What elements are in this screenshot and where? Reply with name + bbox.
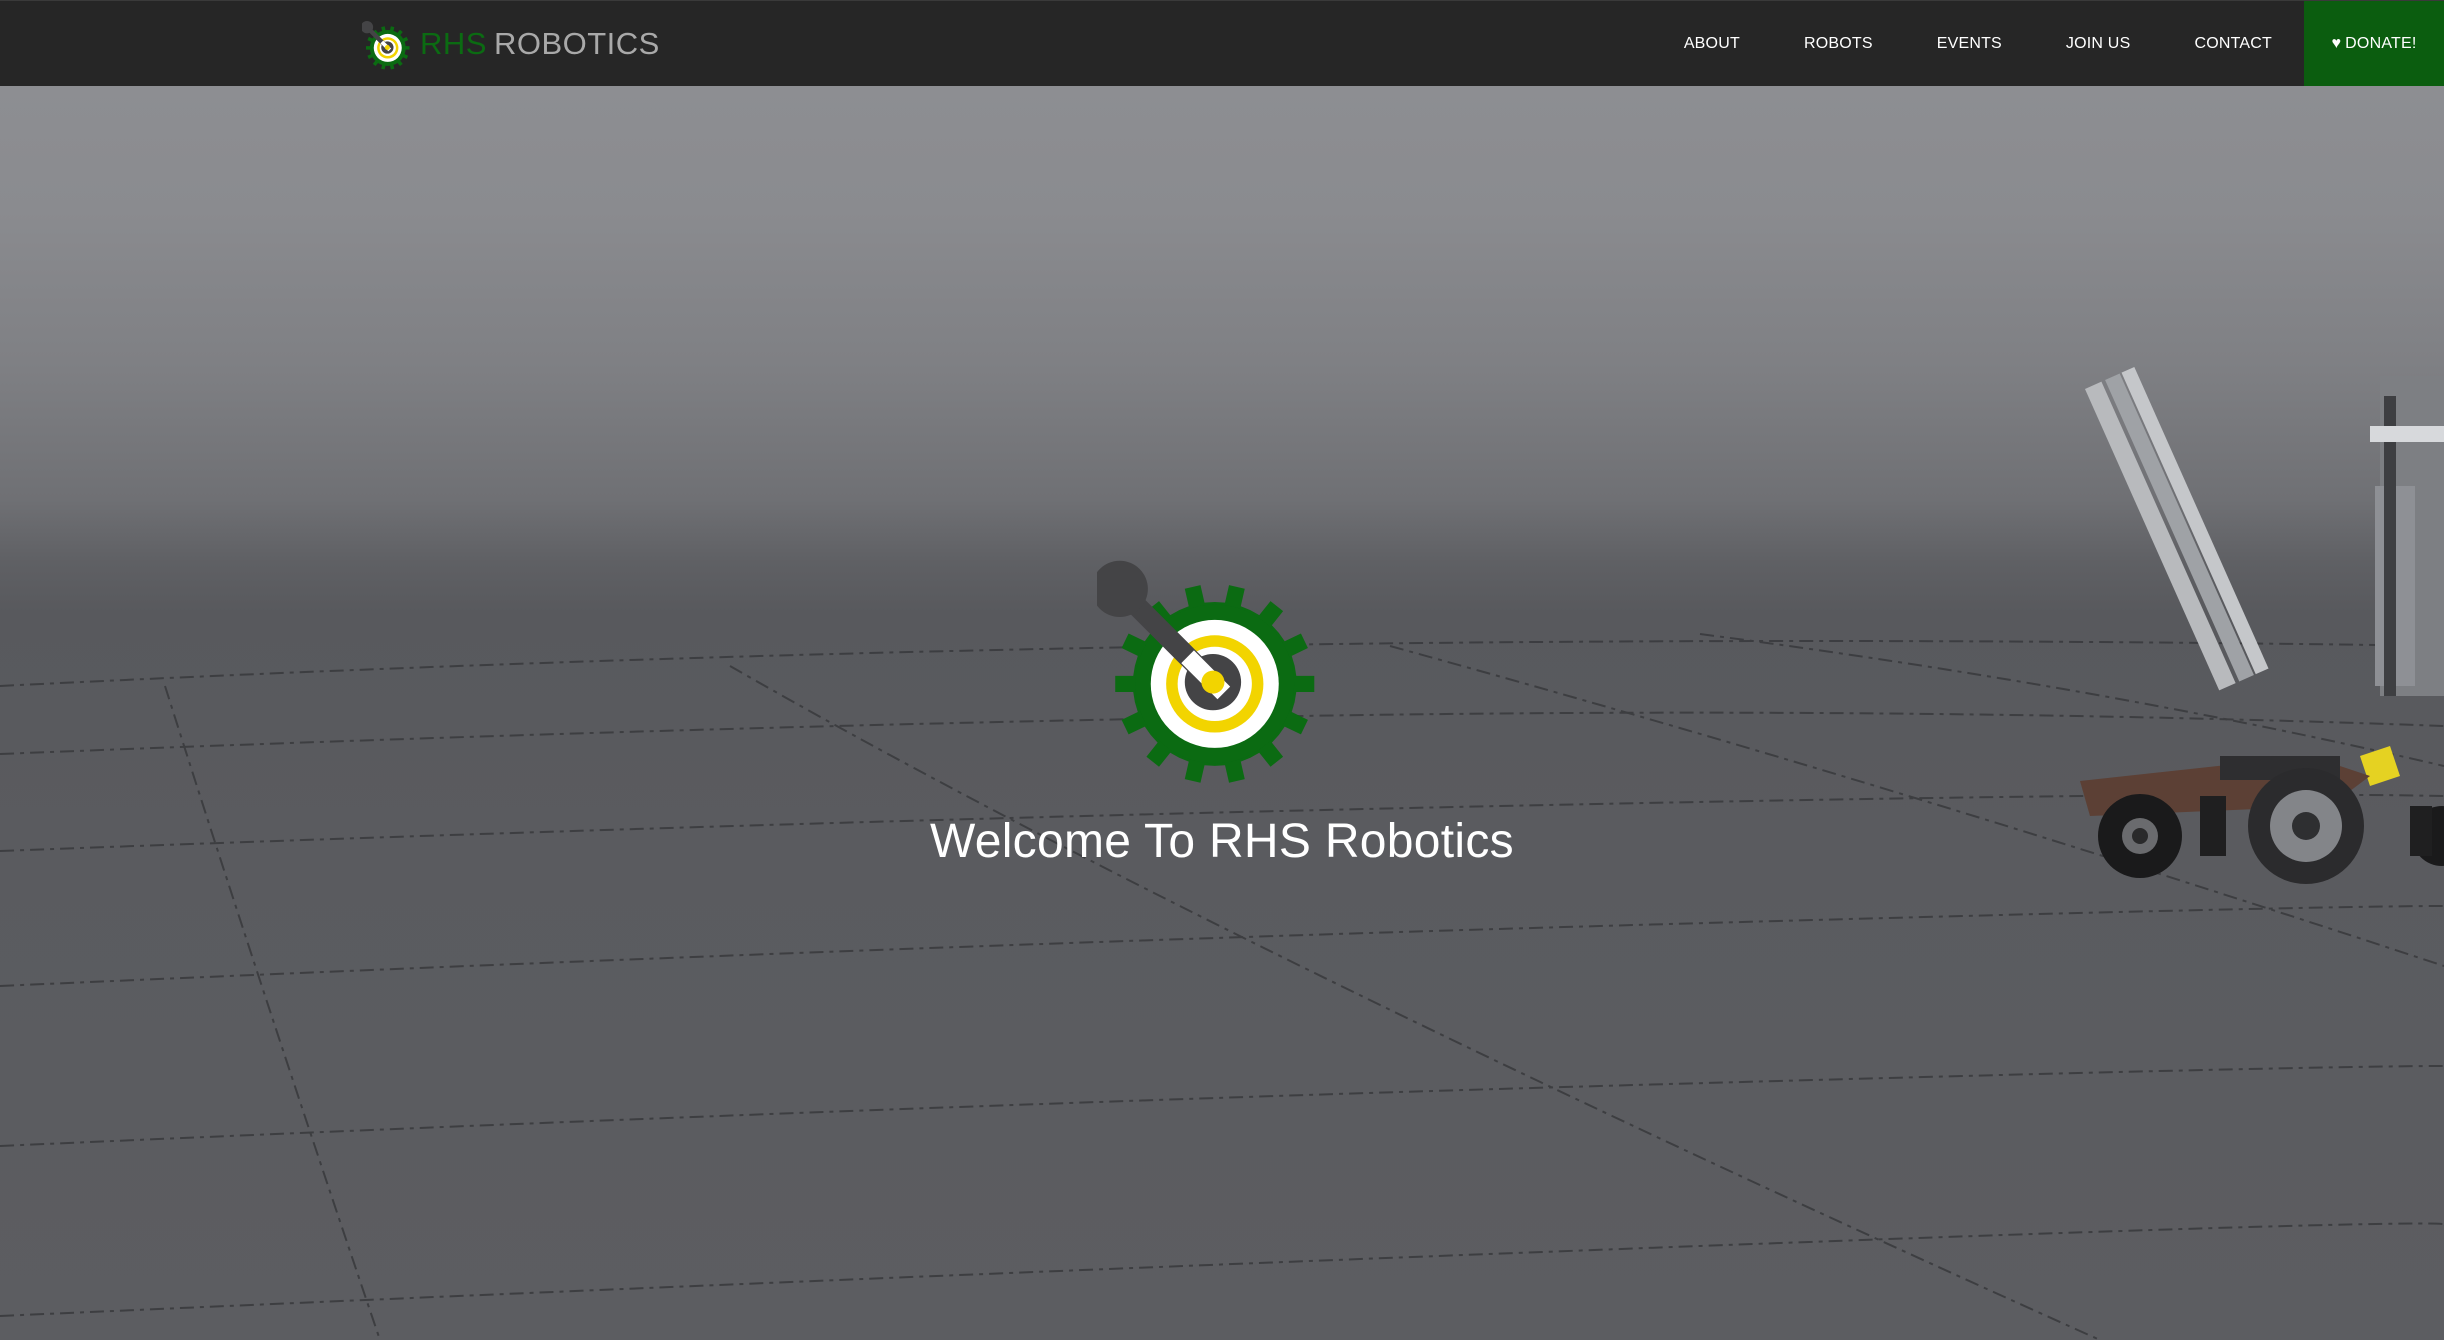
brand-home-link[interactable]: RHS ROBOTICS <box>362 15 660 73</box>
gear-wrench-logo-icon <box>362 20 410 70</box>
hero-section: Welcome To RHS Robotics <box>0 86 2444 1340</box>
hero-title: Welcome To RHS Robotics <box>929 815 1514 868</box>
nav-events[interactable]: EVENTS <box>1905 1 2034 86</box>
brand-name-rhs: RHS <box>420 26 487 61</box>
heart-icon: ♥ <box>2331 34 2342 52</box>
nav-about[interactable]: ABOUT <box>1652 1 1772 86</box>
brand-name-robotics: ROBOTICS <box>493 26 660 61</box>
gear-wrench-logo-icon <box>1096 560 1314 783</box>
donate-button[interactable]: ♥ DONATE! <box>2304 1 2444 86</box>
nav-robots[interactable]: ROBOTS <box>1772 1 1905 86</box>
nav-contact[interactable]: CONTACT <box>2162 1 2304 86</box>
navbar: RHS ROBOTICS ABOUT ROBOTS EVENTS JOIN US… <box>0 0 2444 86</box>
hero-content: Welcome To RHS Robotics <box>0 538 2444 869</box>
nav-join-us[interactable]: JOIN US <box>2034 1 2163 86</box>
main-nav: ABOUT ROBOTS EVENTS JOIN US CONTACT ♥ DO… <box>1652 1 2444 86</box>
page: RHS ROBOTICS ABOUT ROBOTS EVENTS JOIN US… <box>0 0 2444 1340</box>
donate-label: DONATE! <box>2345 34 2417 52</box>
